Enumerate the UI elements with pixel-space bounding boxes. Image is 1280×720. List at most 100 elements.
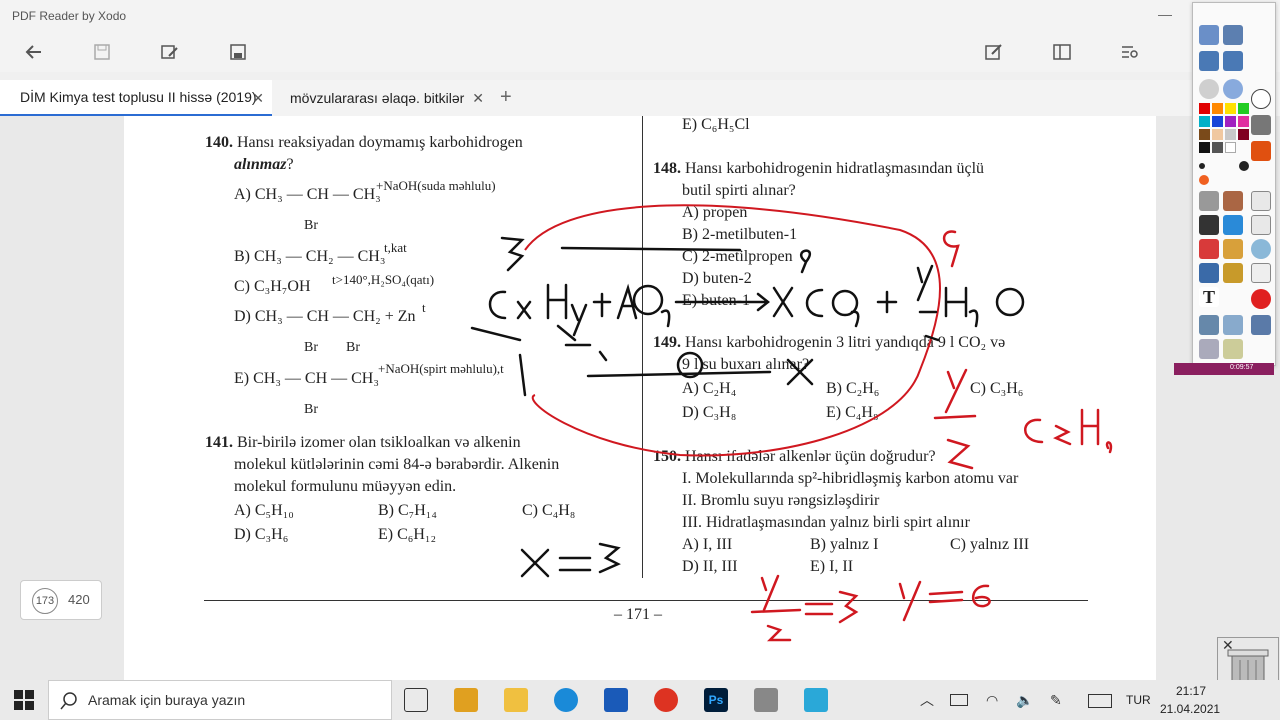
color-maroon[interactable] [1238, 129, 1249, 140]
color-light-gray[interactable] [1225, 129, 1236, 140]
title-bar [0, 0, 1280, 32]
edit-pdf-icon[interactable] [154, 36, 186, 68]
clock-date[interactable]: 21.04.2021 [1160, 702, 1220, 716]
option-141-c: C) C₄H₈ [522, 502, 576, 519]
pen-workspace-icon[interactable]: ✎ [1050, 692, 1062, 709]
page-number: – 171 – [614, 606, 662, 623]
close-icon[interactable]: ✕ [472, 90, 484, 107]
pen-size-small[interactable] [1199, 163, 1205, 169]
minimize-button[interactable]: — [1158, 6, 1172, 22]
save-icon[interactable] [222, 36, 254, 68]
tab-document-2[interactable]: mövzulararası əlaqə. bitkilər ✕ [276, 80, 492, 116]
whiteboard-icon[interactable] [1199, 25, 1219, 45]
eraser-icon[interactable] [1199, 239, 1219, 259]
opacity-slider-knob[interactable] [1199, 175, 1209, 185]
current-page[interactable]: 173 [32, 588, 58, 614]
column-divider [642, 116, 643, 578]
color-yellow[interactable] [1225, 103, 1236, 114]
image-icon[interactable] [1223, 263, 1243, 283]
signature-icon[interactable] [1223, 339, 1243, 359]
option-148-b: B) 2-metilbuten-1 [682, 226, 798, 243]
option-148-a: A) propen [682, 204, 748, 221]
cursor-icon[interactable] [1199, 191, 1219, 211]
fill-icon[interactable] [1223, 239, 1243, 259]
photoshop-icon[interactable]: Ps [704, 688, 728, 712]
mail-icon[interactable] [604, 688, 628, 712]
file-explorer-icon[interactable] [504, 688, 528, 712]
windows-start-icon[interactable] [14, 690, 34, 715]
undo-icon[interactable] [1251, 191, 1271, 211]
close-icon[interactable]: ✕ [1222, 637, 1234, 654]
screen-icon[interactable] [1223, 25, 1243, 45]
color-brown[interactable] [1199, 129, 1210, 140]
line-tool-icon[interactable] [1199, 263, 1219, 283]
chevron-up-icon[interactable]: ︿ [920, 690, 934, 710]
chrome-icon[interactable] [654, 688, 678, 712]
toolbar [0, 32, 1280, 72]
save-disabled-icon[interactable] [86, 36, 118, 68]
xodo-icon[interactable] [804, 688, 828, 712]
color-red[interactable] [1199, 103, 1210, 114]
search-document-icon[interactable] [1114, 36, 1146, 68]
edge-icon[interactable] [554, 688, 578, 712]
timer-icon[interactable] [1199, 315, 1219, 335]
color-white[interactable] [1225, 142, 1236, 153]
pen-toolbox[interactable]: T [1192, 2, 1276, 366]
task-view-icon[interactable] [404, 688, 428, 712]
battery-icon[interactable] [950, 694, 968, 706]
store-icon[interactable] [454, 688, 478, 712]
calendar-icon[interactable] [1251, 315, 1271, 335]
clear-ink-icon[interactable] [1251, 141, 1271, 161]
globe-icon[interactable] [1223, 79, 1243, 99]
text-tool-icon[interactable]: T [1199, 287, 1219, 307]
close-toolbox-icon[interactable] [1251, 289, 1271, 309]
statement-150-2: II. Bromlu suyu rəngsizləşdirir [682, 492, 880, 509]
color-skin[interactable] [1212, 129, 1223, 140]
camera-icon[interactable] [1251, 115, 1271, 135]
grid-icon[interactable] [1251, 263, 1271, 283]
pen-app-icon[interactable] [754, 688, 778, 712]
color-orange[interactable] [1212, 103, 1223, 114]
option-141-e: E) C₆H₁₂ [378, 526, 437, 543]
refresh-icon[interactable] [1199, 339, 1219, 359]
record-icon[interactable] [1199, 79, 1219, 99]
tab-label: mövzulararası əlaqə. bitkilər [290, 90, 465, 106]
color-green[interactable] [1238, 103, 1249, 114]
clock-time[interactable]: 21:17 [1176, 684, 1206, 698]
highlighter-icon[interactable] [1223, 215, 1243, 235]
wifi-icon[interactable]: ◠ [986, 692, 998, 709]
option-149-e: E) C₄H₈ [826, 404, 879, 421]
bromine-label: Br [304, 340, 318, 355]
option-150-e: E) I, II [810, 558, 854, 575]
search-placeholder: Aramak için buraya yazın [88, 692, 246, 708]
color-black[interactable] [1199, 142, 1210, 153]
option-140-e-condition: +NaOH(spirt məhlulu),t [378, 361, 504, 376]
question-140: 140. Hansı reaksiyadan doymamış karbohid… [205, 134, 523, 151]
color-blue[interactable] [1212, 116, 1223, 127]
rotate-icon[interactable] [1223, 315, 1243, 335]
question-141: 141. Bir-birilə izomer olan tsikloalkan … [205, 434, 521, 451]
pen-size-large[interactable] [1239, 161, 1249, 171]
previous-page-icon[interactable] [1199, 51, 1219, 71]
keyboard-icon[interactable] [1088, 694, 1112, 708]
back-arrow-icon[interactable] [18, 36, 50, 68]
sidebar-toggle-icon[interactable] [1046, 36, 1078, 68]
recording-bar[interactable] [1174, 363, 1274, 375]
annotate-icon[interactable] [978, 36, 1010, 68]
question-140-emphasis: alınmaz? [234, 156, 294, 173]
tab-document-1[interactable]: DİM Kimya test toplusu II hissə (2019) ✕ [0, 80, 272, 116]
language-indicator[interactable]: TUR [1126, 693, 1151, 707]
close-icon[interactable]: ✕ [252, 90, 264, 107]
clock-icon[interactable] [1251, 89, 1271, 109]
color-picker-icon[interactable] [1251, 239, 1271, 259]
color-cyan[interactable] [1199, 116, 1210, 127]
color-pink[interactable] [1238, 116, 1249, 127]
laser-pointer-icon[interactable] [1223, 191, 1243, 211]
color-dark-gray[interactable] [1212, 142, 1223, 153]
redo-icon[interactable] [1251, 215, 1271, 235]
add-tab-icon[interactable]: + [500, 86, 512, 109]
volume-muted-icon[interactable]: 🔈 [1016, 692, 1033, 709]
color-purple[interactable] [1225, 116, 1236, 127]
next-page-icon[interactable] [1223, 51, 1243, 71]
pen-icon[interactable] [1199, 215, 1219, 235]
